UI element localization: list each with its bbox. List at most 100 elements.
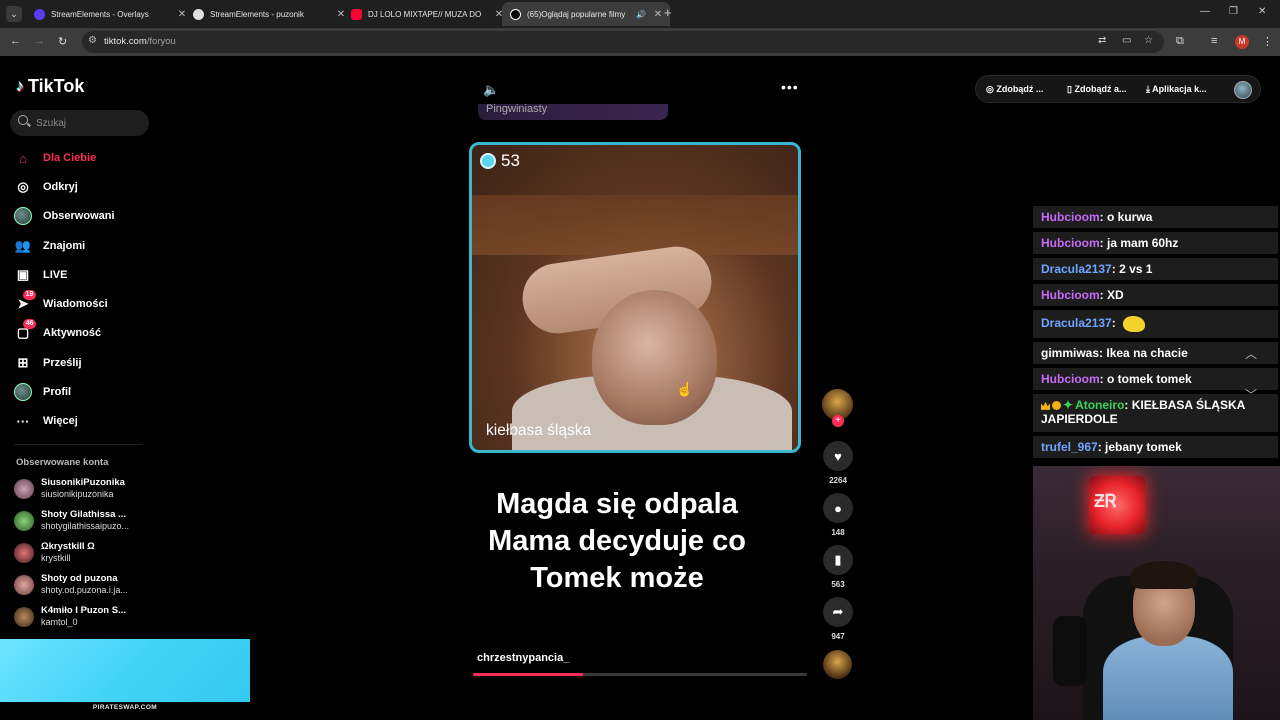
following-avatar-icon	[14, 207, 32, 225]
followed-account-item[interactable]: K4miło I Puzon S... kamtol_0	[14, 604, 214, 630]
back-icon[interactable]: ←	[10, 35, 21, 47]
crown-badge-icon	[1041, 401, 1050, 410]
chat-message: ✦ Atoneiro: KIEŁBASA ŚLĄSKA JAPIERDOLE	[1033, 394, 1278, 432]
sidebar-item-label: Profil	[43, 386, 72, 398]
sidebar-item-dla-ciebie[interactable]: ⌂ Dla Ciebie	[14, 147, 194, 169]
new-tab-icon[interactable]: +	[664, 5, 672, 20]
chat-message: Dracula2137: 2 vs 1	[1033, 258, 1278, 280]
get-coins-button[interactable]: ◎ Zdobądź ...	[986, 84, 1043, 95]
restore-icon[interactable]: ❐	[1229, 6, 1238, 17]
like-button[interactable]: ♥	[823, 441, 853, 471]
speaker-icon[interactable]: 🔊	[636, 10, 646, 19]
account-username: siusionikipuzonika	[41, 489, 114, 499]
sidebar-item-znajomi[interactable]: 👥 Znajomi	[14, 235, 194, 257]
tiktok-logo[interactable]: ♪ TikTok	[16, 76, 84, 97]
save-count: 563	[831, 580, 845, 589]
kebab-menu-icon[interactable]: ⋮	[1262, 35, 1273, 48]
sidebar-item-odkryj[interactable]: ◎ Odkryj	[14, 176, 194, 198]
minimize-icon[interactable]: —	[1200, 6, 1210, 17]
sidebar-item-przeslij[interactable]: ⊞ Prześlij	[14, 352, 194, 374]
logo-text: TikTok	[28, 76, 85, 96]
reading-list-icon[interactable]: ≡	[1211, 35, 1217, 47]
chat-message: Hubcioom: ja mam 60hz	[1033, 232, 1278, 254]
sidebar-item-live[interactable]: ▣ LIVE	[14, 264, 194, 286]
emote-icon	[1123, 316, 1146, 332]
sparkle-badge-icon: ✦	[1063, 398, 1074, 412]
tiktok-note-icon: ♪	[16, 77, 24, 95]
chat-message: Hubcioom: o tomek tomek	[1033, 368, 1278, 390]
search-input[interactable]	[36, 115, 141, 131]
avatar	[14, 479, 34, 499]
tab-title: StreamElements - puzonik	[210, 9, 304, 19]
sidebar-item-wiecej[interactable]: ··· Więcej	[14, 410, 194, 432]
more-options-icon[interactable]: •••	[781, 79, 799, 95]
followed-account-item[interactable]: Shoty od puzona shoty.od.puzona.i.ja...	[14, 572, 214, 598]
chat-message: Hubcioom: XD	[1033, 284, 1278, 306]
sidebar-item-aktywnosc[interactable]: ▢ 46 Aktywność	[14, 319, 194, 344]
video-progress-bar[interactable]	[473, 673, 807, 676]
video-author[interactable]: chrzestnypancia_	[477, 652, 569, 664]
tab-search-menu-icon[interactable]: ⌄	[6, 6, 22, 22]
close-tab-icon[interactable]: ✕	[652, 9, 664, 20]
followed-account-item[interactable]: Ωkrystkill Ω krystkill	[14, 540, 214, 566]
follow-plus-icon[interactable]: +	[832, 415, 844, 427]
reload-icon[interactable]: ↻	[58, 35, 67, 48]
close-window-icon[interactable]: ✕	[1258, 6, 1266, 17]
save-button[interactable]: ▮	[823, 545, 853, 575]
forward-icon[interactable]: →	[34, 35, 45, 47]
user-avatar[interactable]	[1234, 81, 1252, 99]
extensions-icon[interactable]: ⧉	[1176, 35, 1184, 48]
account-name: Shoty od puzona	[41, 573, 118, 584]
sidebar-item-obserwowani[interactable]: Obserwowani	[14, 205, 194, 227]
chevron-up-icon[interactable]: ︿	[1245, 345, 1257, 362]
live-stream-frame[interactable]: 53 kiełbasa śląska	[469, 142, 801, 453]
account-name: K4miło I Puzon S...	[41, 605, 126, 616]
sidebar-item-wiadomosci[interactable]: ➤ 19 Wiadomości	[14, 290, 194, 315]
browser-tab[interactable]: StreamElements - puzonik ✕	[185, 2, 353, 26]
bookmark-star-icon[interactable]: ☆	[1144, 35, 1153, 46]
browser-tab[interactable]: DJ LOLO MIXTAPE// MUZA DO ✕	[343, 2, 511, 26]
comment-icon: ●	[834, 500, 842, 516]
comment-button[interactable]: ●	[823, 493, 853, 523]
followed-account-item[interactable]: SiusonikiPuzonika siusionikipuzonika	[14, 476, 214, 502]
followed-account-item[interactable]: Shoty Gilathissa ... shotygilathissaipuz…	[14, 508, 214, 534]
volume-icon[interactable]: 🔈	[483, 82, 499, 98]
viewer-dot-icon	[480, 153, 496, 169]
chevron-down-icon[interactable]: ﹀	[1245, 386, 1257, 403]
url-text: tiktok.com/foryou	[104, 36, 176, 47]
coin-badge-icon	[1052, 401, 1061, 411]
site-info-icon[interactable]: ⚙	[88, 35, 97, 46]
chat-message: gimmiwas: Ikea na chacie	[1033, 342, 1278, 364]
music-disc-avatar[interactable]	[823, 650, 852, 679]
browser-tab-active[interactable]: (65)Oglądaj popularne filmy 🔊 ✕	[502, 2, 670, 26]
pc-app-button[interactable]: ⤓ Aplikacja k...	[1146, 84, 1207, 95]
caption-line: Tomek może	[530, 562, 704, 594]
home-icon: ⌂	[19, 150, 27, 166]
overlay-label: PIRATESWAP.COM	[92, 704, 158, 711]
sidebar-item-label: Dla Ciebie	[43, 152, 97, 164]
profile-avatar[interactable]: M	[1235, 35, 1249, 49]
sidebar-item-label: Wiadomości	[43, 298, 108, 310]
address-bar[interactable]: ⚙ tiktok.com/foryou ⇄ ▭ ☆	[82, 31, 1164, 53]
sidebar-item-label: Obserwowani	[43, 210, 115, 222]
bookmark-icon: ▮	[834, 552, 842, 567]
compass-icon: ◎	[17, 179, 29, 194]
search-box[interactable]	[10, 110, 149, 136]
messages-icon: ➤ 19	[14, 290, 36, 313]
live-icon: ▣	[16, 267, 30, 282]
translate-icon[interactable]: ⇄	[1098, 35, 1106, 46]
sidebar-item-profil[interactable]: Profil	[14, 381, 194, 403]
tab-title: DJ LOLO MIXTAPE// MUZA DO	[368, 9, 482, 19]
share-button[interactable]: ➦	[823, 597, 853, 627]
browser-tab[interactable]: StreamElements - Overlays ✕	[26, 2, 194, 26]
browser-nav-bar: ← → ↻ ⚙ tiktok.com/foryou ⇄ ▭ ☆ ⧉ ≡ M ⋮	[0, 28, 1280, 56]
divider	[14, 444, 142, 445]
sidebar: ♪ TikTok ⌂ Dla Ciebie ◎ Odkryj Obserwowa…	[0, 56, 250, 720]
sidebar-item-label: Odkryj	[43, 181, 78, 193]
frame-caption: kiełbasa śląska	[486, 422, 592, 439]
chat-message: trufel_967: jebany tomek	[1033, 436, 1278, 458]
browser-tab-bar: ⌄ StreamElements - Overlays ✕ StreamElem…	[0, 0, 1280, 28]
get-app-button[interactable]: ▯ Zdobądź a...	[1067, 84, 1126, 95]
video-scene	[592, 290, 717, 425]
cast-icon[interactable]: ▭	[1122, 35, 1131, 46]
